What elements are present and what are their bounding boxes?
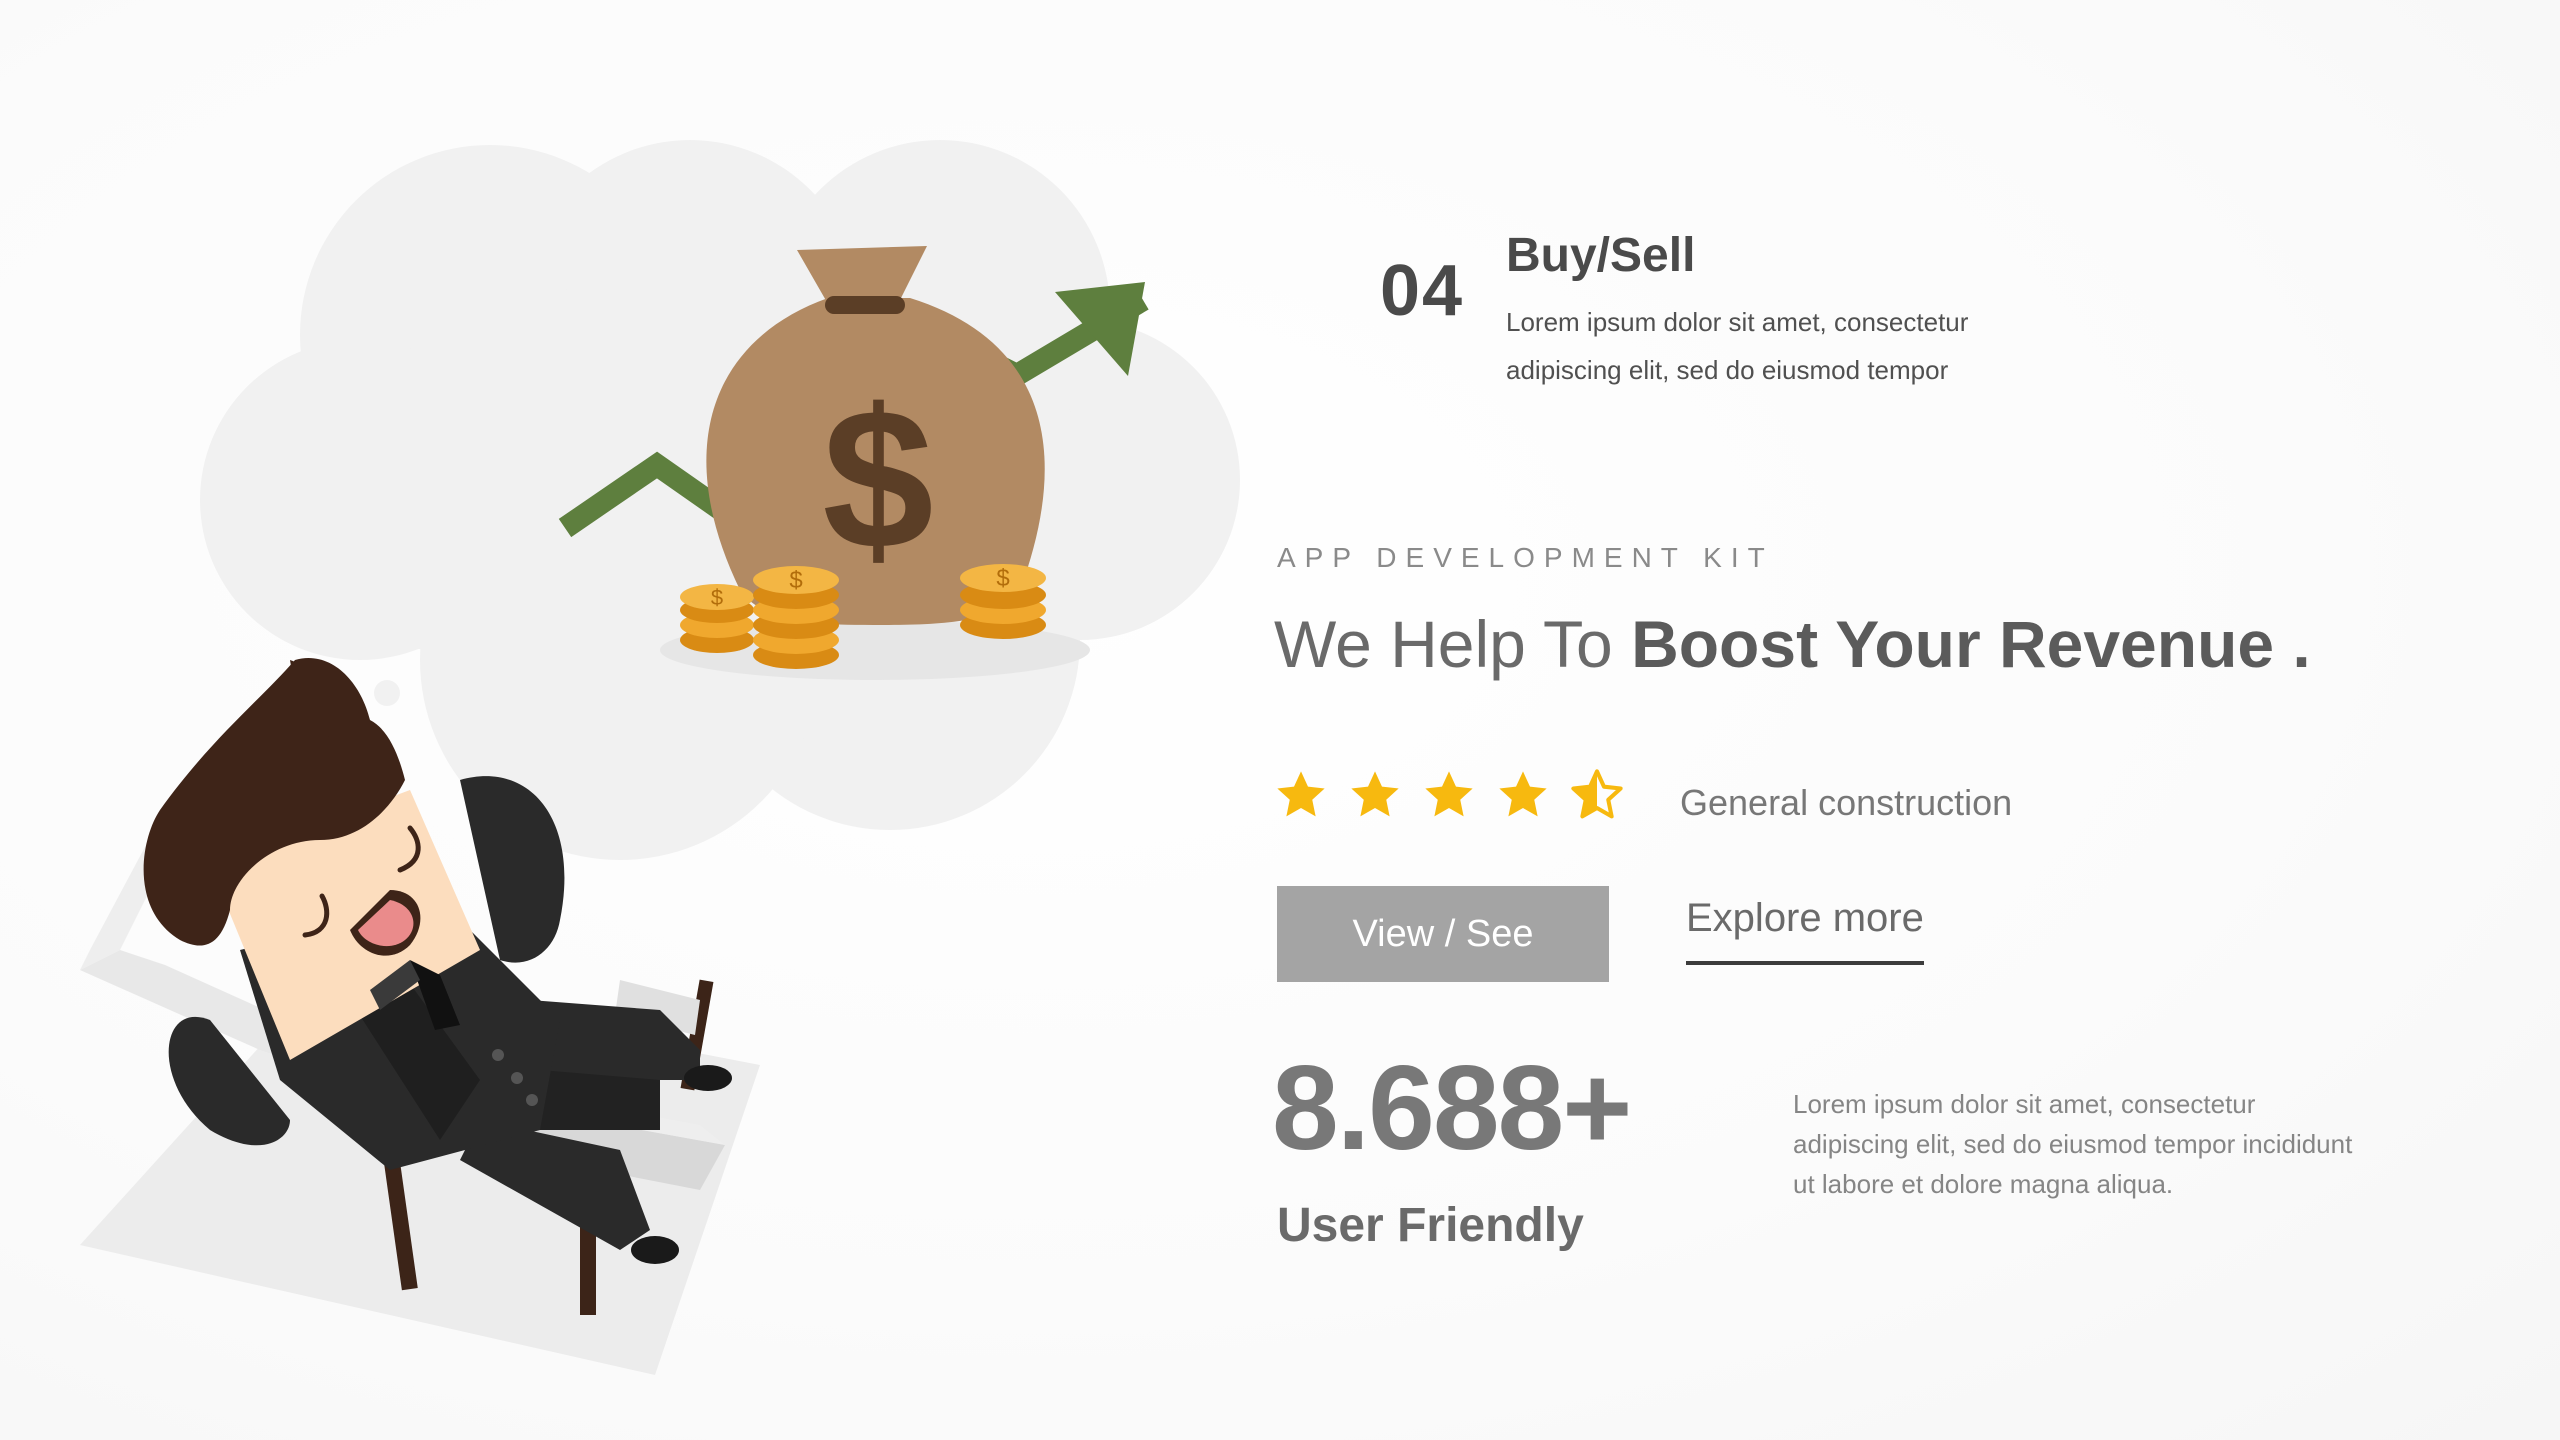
coins-left-icon: $ bbox=[680, 584, 754, 653]
stat-value: 8.688+ bbox=[1272, 1041, 1632, 1175]
step-number: 04 bbox=[1380, 251, 1465, 331]
page-headline: We Help To Boost Your Revenue . bbox=[1274, 606, 2311, 682]
rating-label: General construction bbox=[1680, 782, 2013, 823]
step-title: Buy/Sell bbox=[1506, 229, 1696, 282]
star-icon bbox=[1351, 771, 1399, 817]
explore-more-link[interactable]: Explore more bbox=[1686, 896, 1924, 965]
stat-description: Lorem ipsum dolor sit amet, consectetur … bbox=[1793, 1089, 2353, 1199]
svg-text:$: $ bbox=[789, 567, 802, 594]
section-kicker: APP DEVELOPMENT KIT bbox=[1277, 542, 1774, 573]
half-star-icon bbox=[1571, 769, 1623, 819]
coins-right-icon: $ bbox=[960, 564, 1046, 639]
star-icon bbox=[1425, 771, 1473, 817]
stat-label: User Friendly bbox=[1277, 1199, 1584, 1252]
coins-middle-icon: $ bbox=[753, 566, 839, 669]
view-see-button[interactable]: View / See bbox=[1277, 886, 1609, 982]
headline-bold: Boost Your Revenue . bbox=[1631, 607, 2311, 681]
svg-text:$: $ bbox=[711, 585, 723, 610]
star-icon bbox=[1277, 771, 1325, 817]
star-icon bbox=[1499, 771, 1547, 817]
svg-text:$: $ bbox=[996, 565, 1009, 592]
svg-text:$: $ bbox=[822, 368, 933, 591]
businessman-illustration: $ $ $ $ bbox=[60, 120, 1320, 1400]
headline-light: We Help To bbox=[1274, 607, 1632, 681]
star-rating bbox=[1274, 768, 1624, 822]
slide: $ $ $ $ 04 Buy/Sell Lorem ipsum dolor si… bbox=[0, 0, 2560, 1440]
step-description: Lorem ipsum dolor sit amet, consectetur … bbox=[1506, 307, 1969, 385]
